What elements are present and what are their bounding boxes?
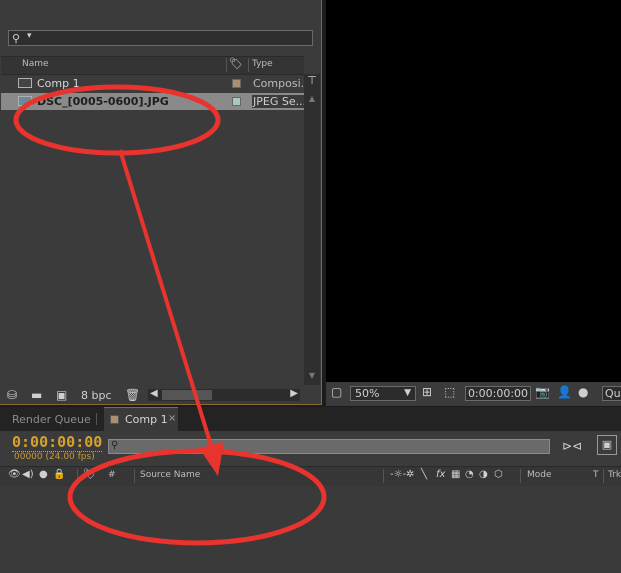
column-divider[interactable] [226,58,227,72]
column-t[interactable]: T [593,470,599,480]
viewer-timecode[interactable]: 0:00:00:00 [465,386,531,401]
search-dropdown-icon[interactable]: ▾ [27,31,32,41]
image-sequence-icon [18,96,32,106]
project-item-name: DSC_[0005-0600].JPG [37,95,169,108]
collapse-icon[interactable]: ✲ [406,469,414,480]
camera-snapshot-icon[interactable]: 📷 [535,385,550,399]
shy-icon[interactable]: -☼- [390,469,406,480]
project-item-footage[interactable]: DSC_[0005-0600].JPG JPEG Se... [1,93,305,110]
search-icon: ⚲ [12,32,21,45]
column-source-name[interactable]: Source Name [140,470,200,480]
viewer-toolbar: ▢ 50% ▼ ⊞ ⬚ 0:00:00:00 📷 👤 ● Qu [326,382,621,406]
column-divider[interactable] [248,58,249,72]
composition-mini-flowchart-icon[interactable]: ⊳⊲ [562,439,582,453]
scroll-left-arrow-icon[interactable]: ◀ [150,388,158,399]
new-composition-icon[interactable]: ▣ [56,388,67,402]
trash-icon[interactable]: 🗑 [125,388,140,402]
column-divider[interactable] [134,469,135,483]
layer-drop-area[interactable] [0,486,621,573]
composition-viewer[interactable] [326,0,621,382]
column-divider[interactable] [603,469,604,483]
project-item-comp[interactable]: Comp 1 Composi... [1,75,305,92]
magnification-icon[interactable]: ▢ [331,385,342,399]
project-item-type: JPEG Se... [252,95,305,108]
composition-icon [18,78,32,88]
column-divider[interactable] [520,469,521,483]
chevron-down-icon: ▼ [404,388,411,398]
project-column-header: Name 🏷 Type [1,56,304,75]
timeline-tab-bar: Render Queue Comp 1 × [0,407,621,431]
column-mode[interactable]: Mode [527,470,552,480]
channels-icon[interactable]: ● [578,385,588,399]
project-item-name: Comp 1 [37,77,80,90]
effects-fx-icon[interactable]: fx [436,469,445,480]
close-icon[interactable]: × [168,413,176,424]
scroll-right-arrow-icon[interactable]: ▶ [290,388,298,399]
timeline-search-input[interactable]: ⚲ [108,439,550,454]
scroll-up-arrow-icon[interactable]: ▲ [304,94,320,106]
project-vertical-scrollbar[interactable] [304,74,320,385]
column-type[interactable]: Type [252,59,273,69]
live-update-icon[interactable]: ▣ [597,435,617,455]
label-color-swatch[interactable] [232,97,241,106]
region-of-interest-icon[interactable]: ⬚ [444,385,455,399]
scroll-down-arrow-icon[interactable]: ▼ [304,371,320,383]
tab-render-queue[interactable]: Render Queue [12,413,91,426]
zoom-dropdown[interactable]: 50% ▼ [350,386,416,401]
lock-icon[interactable]: 🔒 [53,469,65,480]
project-search-input[interactable]: ⚲ ▾ [8,30,313,46]
new-folder-icon[interactable]: ▬ [31,388,42,402]
resolution-dropdown[interactable]: Qu [602,386,621,401]
column-divider[interactable] [383,469,384,483]
project-horizontal-scrollbar[interactable]: ◀ ▶ [148,388,300,401]
label-tag-icon[interactable]: 🏷 [83,469,96,480]
show-snapshot-icon[interactable]: 👤 [557,385,572,399]
scrollbar-thumb[interactable] [162,390,212,400]
column-divider[interactable] [77,469,78,483]
3d-layer-icon[interactable]: ⬡ [494,469,503,480]
label-color-swatch[interactable] [232,79,241,88]
quality-icon[interactable]: ╲ [421,469,427,480]
interpret-footage-icon[interactable]: ⛁ [7,388,17,402]
grid-icon[interactable]: ⊞ [422,385,432,399]
current-time-display[interactable]: 0:00:00:00 [12,433,103,452]
tab-divider [96,413,97,425]
audio-speaker-icon[interactable]: ◀) [22,469,34,480]
flowchart-icon[interactable]: ⊤ [304,74,320,90]
frame-info: 00000 (24.00 fps) [14,452,95,462]
video-eye-icon[interactable]: 👁 [8,469,21,480]
composition-icon [110,415,119,424]
frame-blending-icon[interactable]: ▦ [451,469,460,480]
column-number[interactable]: # [108,470,116,480]
adjustment-layer-icon[interactable]: ◑ [479,469,488,480]
layer-column-header: 👁 ◀) ● 🔒 🏷 # Source Name -☼- ✲ ╲ fx ▦ ◔ … [0,466,621,487]
motion-blur-icon[interactable]: ◔ [465,469,474,480]
column-name[interactable]: Name [22,59,49,69]
tag-icon[interactable]: 🏷 [229,57,243,70]
project-item-type: Composi... [253,77,305,90]
tab-label: Comp 1 [125,413,168,426]
column-trkmat[interactable]: Trk [608,470,621,480]
tab-comp-1[interactable]: Comp 1 × [104,407,178,431]
search-icon: ⚲ [111,440,119,451]
solo-icon[interactable]: ● [39,469,48,480]
zoom-value: 50% [355,387,380,400]
bit-depth-button[interactable]: 8 bpc [81,389,112,402]
